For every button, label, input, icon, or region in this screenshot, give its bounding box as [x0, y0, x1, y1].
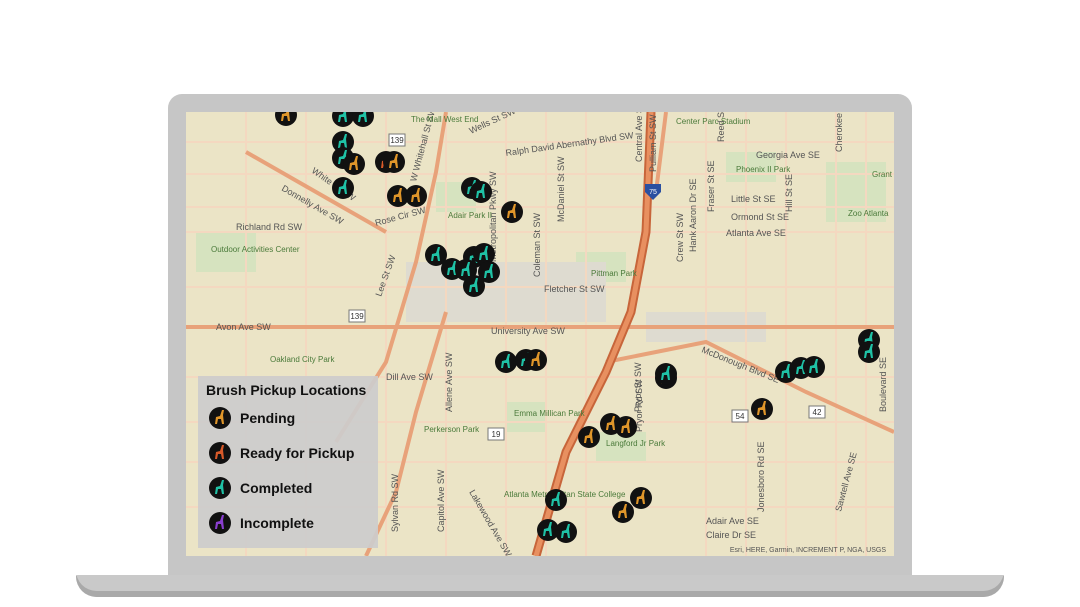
- pickup-marker[interactable]: [803, 356, 825, 378]
- legend-label: Ready for Pickup: [240, 445, 355, 461]
- park-label: Perkerson Park: [424, 425, 480, 434]
- pickup-marker[interactable]: [463, 275, 485, 297]
- street-label: Atlanta Ave SE: [726, 228, 786, 238]
- pickup-marker[interactable]: [615, 416, 637, 438]
- pickup-marker[interactable]: [332, 177, 354, 199]
- pickup-marker[interactable]: [612, 501, 634, 523]
- pickup-marker[interactable]: [383, 151, 405, 173]
- park-label: Center Parc Stadium: [676, 117, 751, 126]
- pickup-marker[interactable]: [495, 351, 517, 373]
- route-shield: 54: [731, 409, 749, 423]
- street-label: University Ave SW: [491, 326, 565, 336]
- street-label: Central Ave SW: [634, 112, 644, 162]
- legend-item-ready-for-pickup: Ready for Pickup: [208, 441, 378, 467]
- street-label: Pulliam St SW: [648, 114, 658, 172]
- route-shield: 139: [348, 309, 366, 323]
- legend-label: Completed: [240, 480, 313, 496]
- street-label: Adair Ave SE: [706, 516, 759, 526]
- route-shield: 42: [808, 405, 826, 419]
- giraffe-icon: [209, 442, 231, 464]
- pickup-marker[interactable]: [525, 349, 547, 371]
- legend-item-completed: Completed: [208, 476, 378, 502]
- svg-text:54: 54: [736, 412, 745, 421]
- park-label: Adair Park II: [448, 211, 492, 220]
- svg-text:75: 75: [649, 189, 657, 196]
- route-shield: 139: [388, 133, 406, 147]
- park-label: Grant Park: [872, 170, 894, 179]
- street-label: Crew St SW: [675, 212, 685, 262]
- street-label: Avon Ave SW: [216, 322, 271, 332]
- pickup-marker[interactable]: [555, 521, 577, 543]
- street-label: Coleman St SW: [532, 212, 542, 277]
- map-attribution: Esri, HERE, Garmin, INCREMENT P, NGA, US…: [729, 547, 886, 554]
- giraffe-icon: [209, 512, 231, 534]
- street-label: Georgia Ave SE: [756, 150, 820, 160]
- street-label: Hill St SE: [784, 174, 794, 212]
- park-label: Emma Millican Park: [514, 409, 586, 418]
- svg-text:42: 42: [813, 408, 822, 417]
- pickup-marker[interactable]: [545, 489, 567, 511]
- giraffe-icon: [209, 477, 231, 499]
- park-label: Oakland City Park: [270, 355, 335, 364]
- street-label: Sylvan Rd SW: [390, 473, 400, 532]
- park-label: Phoenix II Park: [736, 165, 791, 174]
- map-view[interactable]: Ralph David Abernathy Blvd SW Wells St S…: [186, 112, 894, 556]
- legend: Brush Pickup Locations Pending Ready for…: [198, 376, 378, 548]
- street-label: Cherokee Ave SE: [834, 112, 844, 152]
- route-shield: 19: [487, 427, 505, 441]
- street-label: Boulevard SE: [878, 357, 888, 412]
- legend-item-incomplete: Incomplete: [208, 511, 378, 537]
- park-label: Pittman Park: [591, 269, 638, 278]
- pickup-marker[interactable]: [343, 153, 365, 175]
- pickup-marker[interactable]: [578, 426, 600, 448]
- legend-label: Incomplete: [240, 515, 314, 531]
- park-label: Zoo Atlanta: [848, 209, 889, 218]
- svg-text:139: 139: [350, 312, 364, 321]
- street-label: Allene Ave SW: [444, 352, 454, 412]
- park-label: Outdoor Activities Center: [211, 245, 300, 254]
- street-label: Fletcher St SW: [544, 284, 605, 294]
- legend-item-pending: Pending: [208, 406, 378, 432]
- park-label: The Mall West End: [411, 115, 478, 124]
- pickup-marker[interactable]: [501, 201, 523, 223]
- street-label: Claire Dr SE: [706, 530, 756, 540]
- street-label: Dill Ave SW: [386, 372, 433, 382]
- svg-text:19: 19: [492, 430, 501, 439]
- pickup-marker[interactable]: [751, 398, 773, 420]
- pickup-marker[interactable]: [630, 487, 652, 509]
- svg-text:139: 139: [390, 136, 404, 145]
- laptop-base: [76, 575, 1004, 597]
- park-label: Langford Jr Park: [606, 439, 666, 448]
- legend-label: Pending: [240, 410, 296, 426]
- street-label: Richland Rd SW: [236, 222, 303, 232]
- street-label: Capitol Ave SW: [436, 469, 446, 532]
- street-label: Hank Aaron Dr SE: [688, 178, 698, 252]
- pickup-marker[interactable]: [405, 185, 427, 207]
- pickup-marker[interactable]: [858, 341, 880, 363]
- pickup-marker[interactable]: [655, 363, 677, 385]
- street-label: Ormond St SE: [731, 212, 789, 222]
- pickup-marker[interactable]: [470, 181, 492, 203]
- street-label: Fraser St SE: [706, 160, 716, 212]
- street-label: McDaniel St SW: [556, 156, 566, 222]
- legend-title: Brush Pickup Locations: [206, 382, 367, 398]
- giraffe-icon: [209, 407, 231, 429]
- street-label: Little St SE: [731, 194, 776, 204]
- street-label: Jonesboro Rd SE: [756, 441, 766, 512]
